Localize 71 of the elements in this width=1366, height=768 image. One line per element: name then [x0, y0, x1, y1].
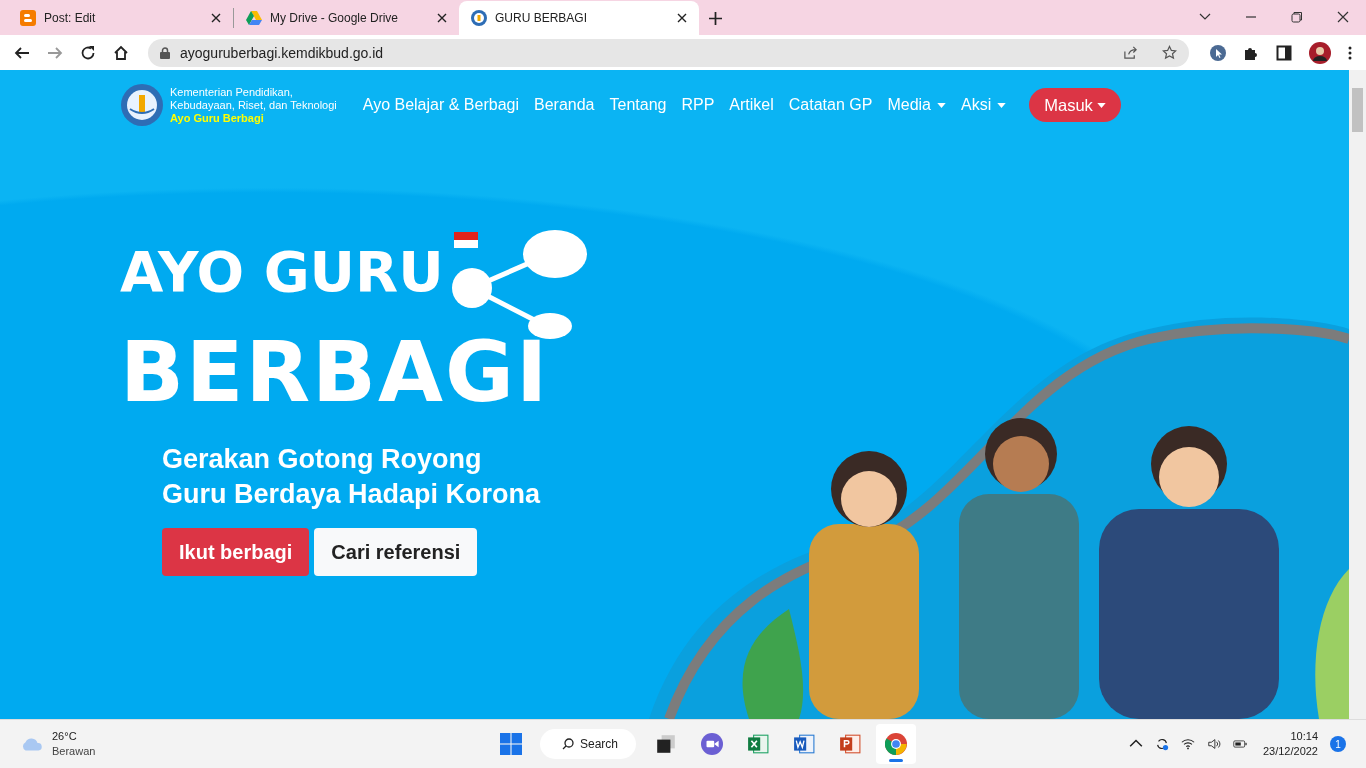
nav-link[interactable]: Media — [887, 96, 946, 114]
menu-icon[interactable] — [1348, 44, 1352, 61]
tab-title: GURU BERBAGI — [495, 11, 588, 25]
close-icon[interactable] — [211, 13, 221, 23]
browser-tab[interactable]: My Drive - Google Drive — [234, 1, 459, 35]
share-graphic-icon — [449, 230, 590, 340]
cursor-extension-icon[interactable] — [1210, 44, 1226, 61]
logo-text: BERBAGI — [120, 330, 550, 414]
share-icon[interactable] — [1123, 45, 1138, 60]
back-icon[interactable] — [14, 44, 30, 61]
close-icon[interactable] — [437, 13, 447, 23]
emblem-icon — [471, 10, 487, 26]
ministry-name: Kebudayaan, Riset, dan Teknologi — [170, 98, 337, 112]
scrollbar[interactable] — [1349, 70, 1366, 719]
clock-time: 10:14 — [1290, 729, 1318, 744]
caret-icon — [937, 102, 946, 108]
ministry-name: Kementerian Pendidikan, — [170, 85, 294, 99]
blogger-icon — [20, 10, 36, 26]
wifi-icon[interactable] — [1180, 737, 1195, 751]
clock-date: 23/12/2022 — [1262, 744, 1318, 759]
forward-icon[interactable] — [47, 44, 63, 61]
notification-badge[interactable]: 1 — [1330, 736, 1346, 752]
nav-link[interactable]: Catatan GP — [788, 96, 873, 114]
star-icon[interactable] — [1162, 45, 1177, 60]
windows-icon — [655, 733, 677, 755]
sync-icon[interactable] — [1154, 737, 1169, 751]
cloud-icon — [20, 736, 44, 752]
nav-link[interactable]: Ayo Belajar & Berbagi — [362, 96, 519, 114]
spreadsheet-icon — [747, 733, 769, 755]
reload-icon[interactable] — [80, 44, 96, 61]
search-field[interactable]: Search — [540, 729, 636, 759]
lock-icon — [160, 46, 170, 59]
volume-icon[interactable] — [1206, 737, 1221, 751]
battery-icon[interactable] — [1232, 737, 1247, 751]
tab-title: Post: Edit — [44, 11, 97, 25]
browser-icon — [885, 733, 907, 755]
drive-icon — [246, 10, 262, 26]
document-icon — [793, 733, 815, 755]
video-chat-icon — [701, 733, 723, 755]
home-icon[interactable] — [113, 44, 129, 61]
nav-link[interactable]: Aksi — [961, 96, 1007, 114]
hero-headline: Gerakan Gotong Royong — [162, 443, 482, 476]
browser-tab[interactable]: GURU BERBAGI — [459, 1, 699, 35]
new-tab-icon[interactable] — [709, 12, 722, 25]
start-icon[interactable] — [500, 733, 522, 755]
avatar-icon[interactable] — [1309, 41, 1331, 64]
weather-condition: Berawan — [52, 744, 96, 759]
reference-button[interactable]: Cari referensi — [314, 528, 478, 576]
temperature: 26°C — [52, 729, 78, 744]
side-panel-icon[interactable] — [1276, 44, 1292, 61]
caret-icon — [997, 102, 1007, 108]
slides-icon — [839, 733, 861, 755]
emblem-icon[interactable] — [120, 83, 164, 127]
restore-icon[interactable] — [1291, 11, 1303, 23]
nav-link[interactable]: RPP — [681, 96, 715, 114]
logo-text: AYO GURU — [120, 244, 444, 300]
close-icon[interactable] — [1337, 11, 1349, 23]
tab-title: My Drive - Google Drive — [270, 11, 400, 25]
flag-icon — [452, 232, 480, 248]
hero-headline: Guru Berdaya Hadapi Korona — [162, 478, 541, 511]
site-tagline: Ayo Guru Berbagi — [170, 111, 265, 125]
close-icon[interactable] — [677, 13, 687, 23]
address-bar[interactable]: ayoguruberbagi.kemdikbud.go.id — [148, 38, 1189, 67]
caret-icon — [1096, 102, 1106, 108]
nav-link[interactable]: Beranda — [534, 96, 595, 114]
browser-tab[interactable]: Post: Edit — [8, 1, 233, 35]
login-button[interactable]: Masuk — [1029, 88, 1121, 122]
nav-link[interactable]: Tentang — [609, 96, 667, 114]
share-button[interactable]: Ikut berbagi — [162, 528, 310, 576]
nav-link[interactable]: Artikel — [729, 96, 774, 114]
search-icon — [562, 738, 574, 750]
